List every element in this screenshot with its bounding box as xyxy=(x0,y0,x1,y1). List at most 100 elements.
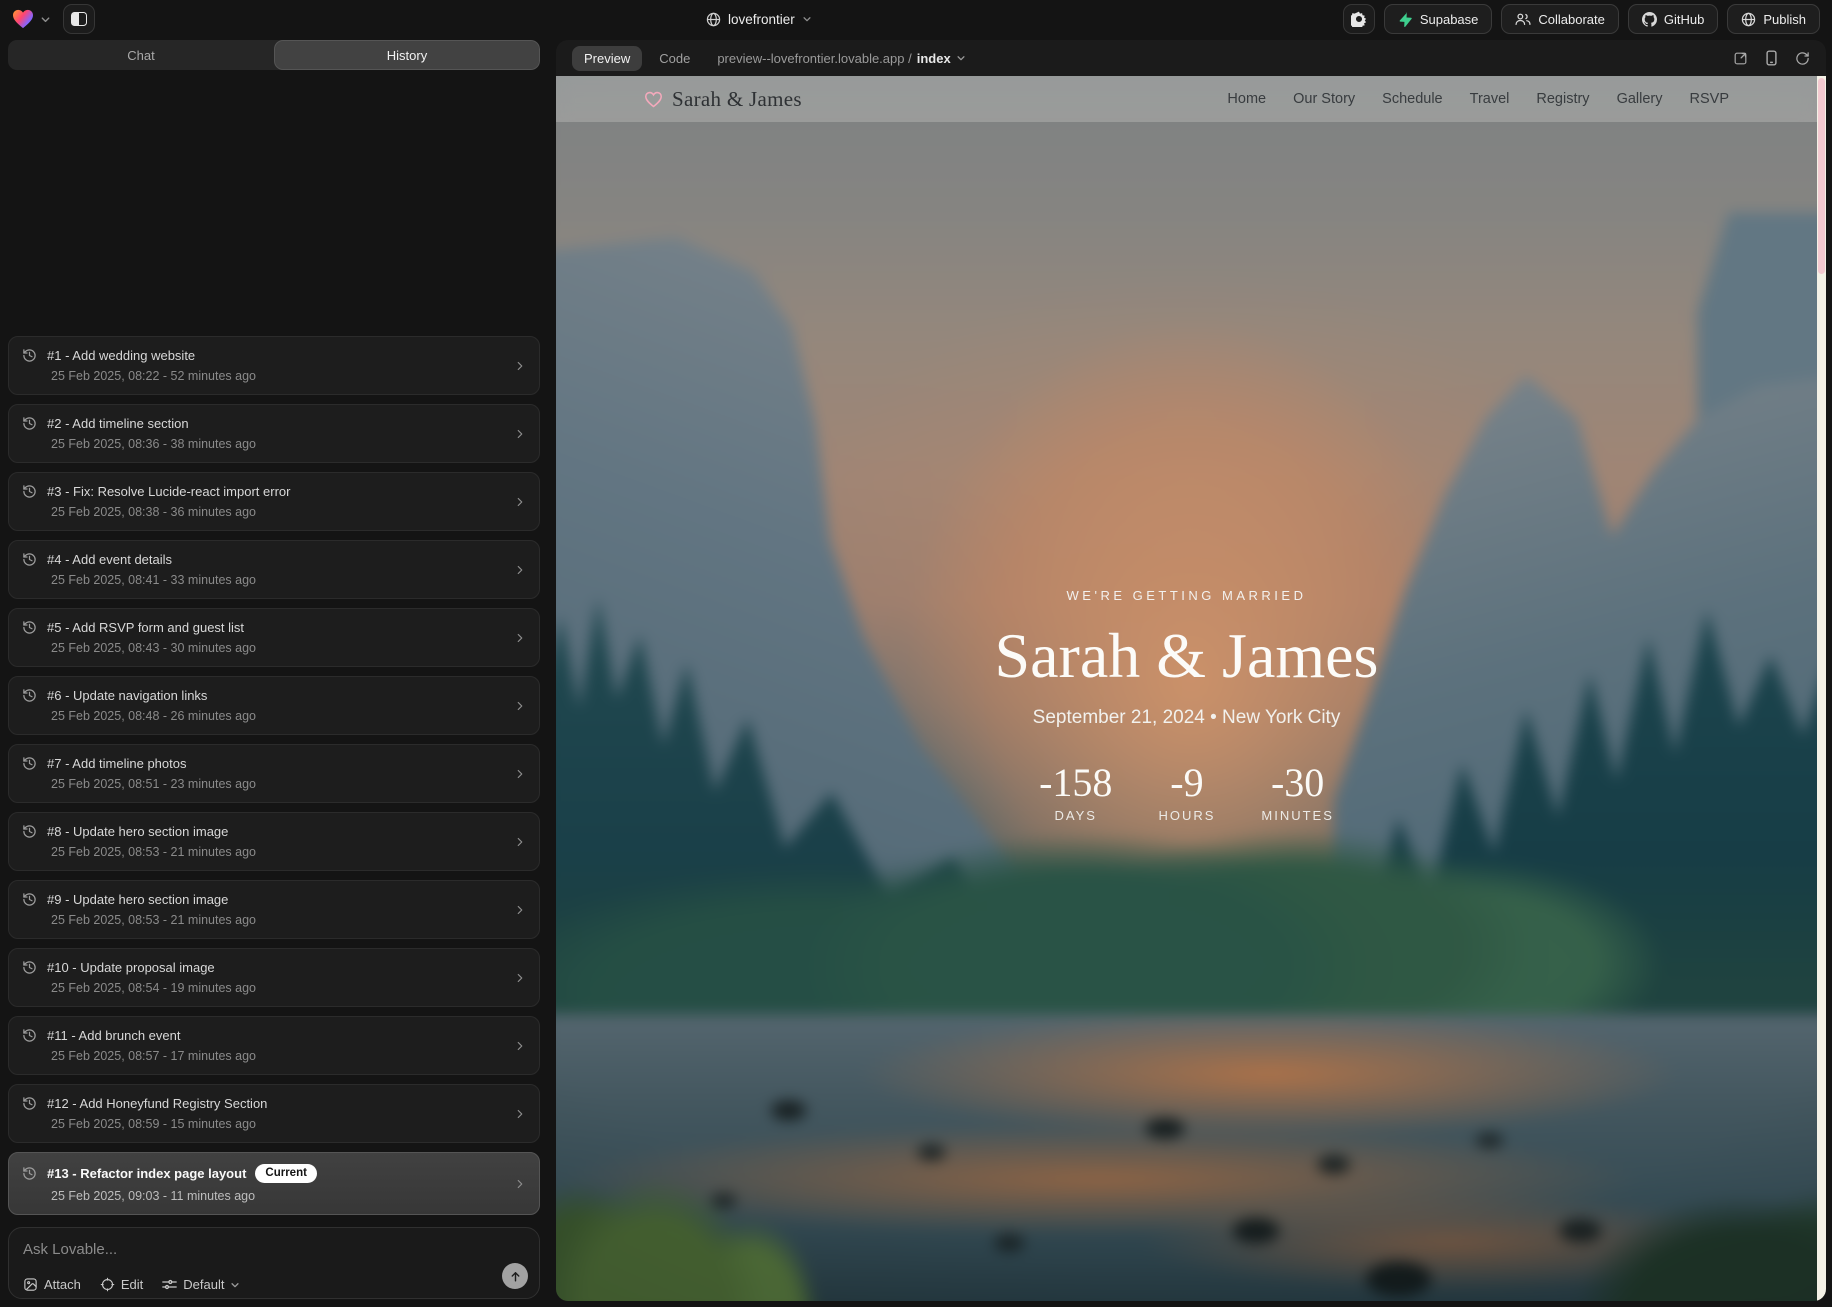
hero-title: Sarah & James xyxy=(556,619,1817,693)
github-icon xyxy=(1642,12,1657,27)
tab-history[interactable]: History xyxy=(274,40,540,70)
app-topbar: lovefrontier Supabase Collaborate GitHub xyxy=(0,0,1832,38)
tab-code[interactable]: Code xyxy=(659,51,690,66)
history-item[interactable]: #7 - Add timeline photos 25 Feb 2025, 08… xyxy=(8,744,540,803)
history-item[interactable]: #3 - Fix: Resolve Lucide-react import er… xyxy=(8,472,540,531)
site-nav-link[interactable]: Home xyxy=(1227,91,1266,107)
history-item-title: #3 - Fix: Resolve Lucide-react import er… xyxy=(47,484,290,499)
history-item[interactable]: #11 - Add brunch event 25 Feb 2025, 08:5… xyxy=(8,1016,540,1075)
countdown-label: MINUTES xyxy=(1261,808,1334,823)
scrollbar-thumb[interactable] xyxy=(1818,78,1825,274)
site-nav-link[interactable]: RSVP xyxy=(1690,91,1730,107)
history-item[interactable]: #1 - Add wedding website 25 Feb 2025, 08… xyxy=(8,336,540,395)
attach-button[interactable]: Attach xyxy=(23,1277,81,1292)
history-icon xyxy=(22,688,37,703)
site-preview: Sarah & James Home Our Story Schedule Trave… xyxy=(556,76,1826,1301)
history-item[interactable]: #5 - Add RSVP form and guest list 25 Feb… xyxy=(8,608,540,667)
site-header: Sarah & James Home Our Story Schedule Trave… xyxy=(556,76,1817,122)
chat-input[interactable] xyxy=(23,1241,443,1261)
sidebar-toggle-button[interactable] xyxy=(63,4,95,34)
history-item[interactable]: #2 - Add timeline section 25 Feb 2025, 0… xyxy=(8,404,540,463)
preview-url-host: preview--lovefrontier.lovable.app / xyxy=(717,51,911,66)
history-item[interactable]: #6 - Update navigation links 25 Feb 2025… xyxy=(8,676,540,735)
hero-eyebrow: WE'RE GETTING MARRIED xyxy=(556,588,1817,603)
collaborate-button[interactable]: Collaborate xyxy=(1501,4,1619,34)
supabase-icon xyxy=(1398,12,1413,27)
site-scrollbar[interactable] xyxy=(1817,76,1826,1301)
supabase-label: Supabase xyxy=(1420,12,1479,27)
countdown-label: HOURS xyxy=(1158,808,1215,823)
history-item-title: #12 - Add Honeyfund Registry Section xyxy=(47,1096,267,1111)
composer: Attach Edit Default xyxy=(8,1227,540,1299)
settings-button[interactable] xyxy=(1343,4,1375,34)
history-item-timestamp: 25 Feb 2025, 08:36 - 38 minutes ago xyxy=(51,437,505,451)
chevron-right-icon xyxy=(513,699,527,713)
countdown-unit: -30 MINUTES xyxy=(1261,763,1334,823)
chevron-right-icon xyxy=(513,495,527,509)
history-item[interactable]: #10 - Update proposal image 25 Feb 2025,… xyxy=(8,948,540,1007)
tab-chat[interactable]: Chat xyxy=(8,40,274,70)
preview-url[interactable]: preview--lovefrontier.lovable.app / inde… xyxy=(717,51,965,66)
history-item-title: #8 - Update hero section image xyxy=(47,824,228,839)
publish-label: Publish xyxy=(1763,12,1806,27)
history-item-timestamp: 25 Feb 2025, 08:53 - 21 minutes ago xyxy=(51,913,505,927)
site-logo[interactable]: Sarah & James xyxy=(644,87,802,112)
chevron-right-icon xyxy=(513,359,527,373)
sliders-icon xyxy=(162,1278,177,1291)
workspace-chevron-down-icon[interactable] xyxy=(40,14,51,25)
history-item-timestamp: 25 Feb 2025, 08:51 - 23 minutes ago xyxy=(51,777,505,791)
countdown-value: -9 xyxy=(1158,763,1215,803)
mode-chevron-down-icon xyxy=(230,1280,240,1290)
history-item-title: #5 - Add RSVP form and guest list xyxy=(47,620,244,635)
chevron-right-icon xyxy=(513,427,527,441)
history-item[interactable]: #9 - Update hero section image 25 Feb 20… xyxy=(8,880,540,939)
hero-date-location: September 21, 2024 • New York City xyxy=(556,707,1817,729)
site-nav-link[interactable]: Travel xyxy=(1470,91,1510,107)
history-item-timestamp: 25 Feb 2025, 08:41 - 33 minutes ago xyxy=(51,573,505,587)
sidebar-tabs: Chat History xyxy=(8,40,540,70)
edit-button[interactable]: Edit xyxy=(100,1277,143,1292)
attach-image-icon xyxy=(23,1277,38,1292)
open-in-new-tab-button[interactable] xyxy=(1733,51,1748,66)
mode-label: Default xyxy=(183,1277,224,1292)
history-icon xyxy=(22,960,37,975)
supabase-button[interactable]: Supabase xyxy=(1384,4,1493,34)
site-nav-link[interactable]: Gallery xyxy=(1617,91,1663,107)
mode-select[interactable]: Default xyxy=(162,1277,240,1292)
heart-outline-icon xyxy=(644,91,663,108)
github-button[interactable]: GitHub xyxy=(1628,4,1718,34)
site-nav-link[interactable]: Our Story xyxy=(1293,91,1355,107)
current-badge: Current xyxy=(255,1164,317,1183)
history-item-title: #13 - Refactor index page layoutCurrent xyxy=(47,1164,317,1183)
history-item-timestamp: 25 Feb 2025, 08:59 - 15 minutes ago xyxy=(51,1117,505,1131)
history-item-title: #1 - Add wedding website xyxy=(47,348,195,363)
chat-sidebar: Chat History #1 - Add wedding website 25… xyxy=(0,38,548,1307)
publish-button[interactable]: Publish xyxy=(1727,4,1820,34)
send-button[interactable] xyxy=(502,1263,528,1289)
countdown-unit: -158 DAYS xyxy=(1039,763,1112,823)
history-icon xyxy=(22,824,37,839)
chevron-right-icon xyxy=(513,767,527,781)
tab-preview[interactable]: Preview xyxy=(572,46,642,71)
chevron-right-icon xyxy=(513,903,527,917)
history-item[interactable]: #13 - Refactor index page layoutCurrent … xyxy=(8,1152,540,1215)
edit-label: Edit xyxy=(121,1277,143,1292)
lovable-logo-icon[interactable] xyxy=(12,9,34,29)
history-item[interactable]: #4 - Add event details 25 Feb 2025, 08:4… xyxy=(8,540,540,599)
history-icon xyxy=(22,1166,37,1181)
preview-url-page: index xyxy=(917,51,951,66)
history-icon xyxy=(22,484,37,499)
hero-content: WE'RE GETTING MARRIED Sarah & James Sept… xyxy=(556,588,1817,823)
refresh-button[interactable] xyxy=(1795,51,1810,66)
project-switcher[interactable]: lovefrontier xyxy=(706,0,812,38)
site-nav-link[interactable]: Schedule xyxy=(1382,91,1442,107)
history-item[interactable]: #8 - Update hero section image 25 Feb 20… xyxy=(8,812,540,871)
chevron-right-icon xyxy=(513,1107,527,1121)
url-chevron-down-icon xyxy=(956,53,966,63)
gear-icon xyxy=(1351,11,1367,27)
history-item[interactable]: #12 - Add Honeyfund Registry Section 25 … xyxy=(8,1084,540,1143)
mobile-view-button[interactable] xyxy=(1765,50,1778,66)
site-nav-link[interactable]: Registry xyxy=(1536,91,1589,107)
history-item-timestamp: 25 Feb 2025, 08:57 - 17 minutes ago xyxy=(51,1049,505,1063)
history-item-timestamp: 25 Feb 2025, 08:22 - 52 minutes ago xyxy=(51,369,505,383)
